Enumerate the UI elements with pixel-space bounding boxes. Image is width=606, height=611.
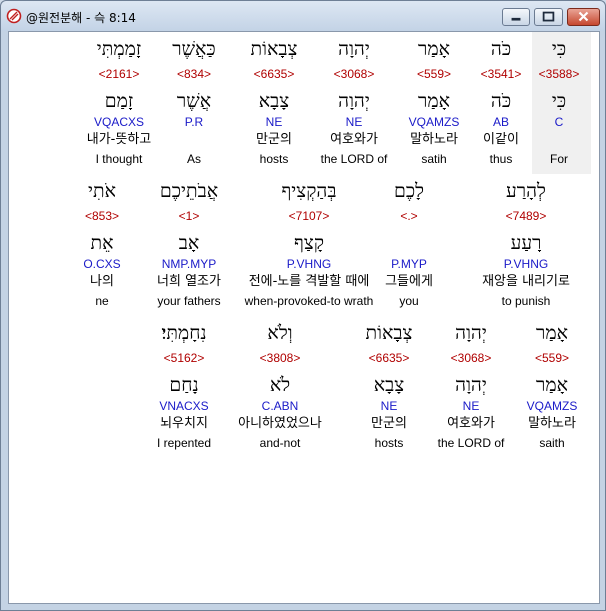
hebrew-word[interactable]: זָמַמְתִּי: [49, 38, 189, 60]
parsing-code: O.CXS: [83, 257, 121, 271]
window-title: @원전분해 - 슥 8:14: [26, 11, 136, 25]
english-gloss: when-provoked-to wrath: [244, 294, 374, 308]
lemma-word: נָחַם: [169, 374, 199, 396]
title-bar[interactable]: @원전분해 - 슥 8:14: [1, 1, 605, 31]
maximize-button[interactable]: [534, 8, 563, 26]
hebrew-word[interactable]: אֹתִי: [32, 180, 172, 202]
app-window: @원전분해 - 슥 8:14 כִּי <3588> כִּי C For כֹּה <35…: [0, 0, 606, 611]
app-icon[interactable]: [6, 8, 22, 24]
korean-gloss: 내가-뜻하고: [86, 132, 152, 147]
minimize-icon: [511, 17, 521, 21]
parsing-code: P.VHNG: [286, 257, 332, 271]
english-gloss: ne: [95, 294, 109, 308]
parsing-code: VQACXS: [93, 115, 144, 129]
lemma-word: זָמַם: [104, 90, 134, 112]
lemma-word: רָעַע: [510, 232, 542, 254]
close-icon: [578, 11, 589, 22]
strong-number: <2161>: [98, 67, 140, 81]
english-gloss: I thought: [95, 152, 143, 166]
lemma-word: אֵת: [90, 232, 114, 254]
analysis-panel[interactable]: כִּי <3588> כִּי C For כֹּה <3541> כֹּה AB 이같이 thu…: [8, 31, 600, 604]
parsing-code: VNACXS: [159, 399, 209, 413]
lemma-word: קָצַף: [294, 232, 324, 254]
korean-gloss: 만군의: [256, 132, 292, 147]
hebrew-word[interactable]: נִחָמְתִּי׃: [114, 322, 254, 344]
strong-number: <5162>: [163, 351, 205, 365]
minimize-button[interactable]: [502, 8, 530, 26]
maximize-icon: [542, 11, 555, 22]
close-button[interactable]: [567, 8, 600, 26]
korean-gloss: 전에-노를 격발할 때에: [248, 274, 370, 289]
strong-number: <7107>: [288, 209, 330, 223]
korean-gloss: 나의: [90, 274, 114, 289]
korean-gloss: 뇌우치지: [160, 416, 208, 431]
strong-number: <853>: [84, 209, 120, 223]
english-gloss: I repented: [156, 436, 212, 450]
hebrew-word[interactable]: בְּהַקְצִיף: [239, 180, 379, 202]
